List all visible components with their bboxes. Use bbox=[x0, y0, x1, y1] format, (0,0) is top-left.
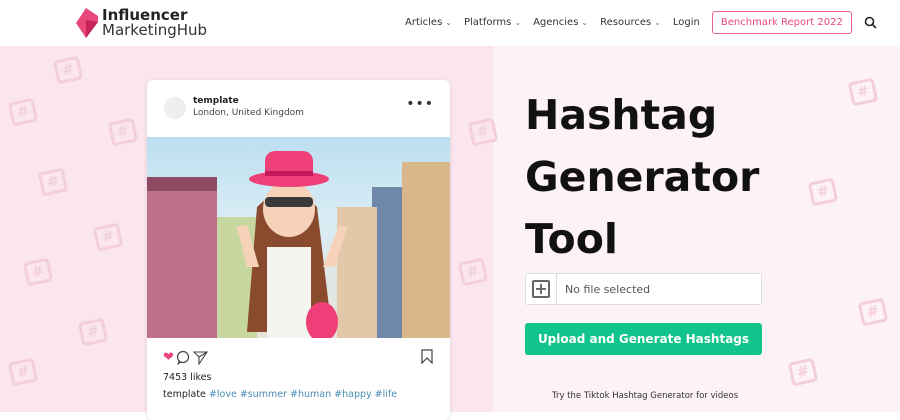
caption-username: template bbox=[163, 389, 206, 400]
share-icon[interactable] bbox=[192, 350, 208, 365]
likes-count: 7453 likes bbox=[163, 372, 212, 383]
tiktok-generator-link[interactable]: Try the Tiktok Hashtag Generator for vid… bbox=[552, 391, 738, 401]
main-nav: Articles ⌄ Platforms ⌄ Agencies ⌄ Resources… bbox=[405, 11, 877, 34]
girl-illustration-icon bbox=[147, 151, 450, 338]
caption-hashtags[interactable]: #love #summer #human #happy #life bbox=[209, 389, 397, 400]
nav-label: Agencies bbox=[533, 17, 579, 28]
chevron-down-icon: ⌄ bbox=[445, 18, 452, 27]
chevron-down-icon: ⌄ bbox=[581, 18, 589, 27]
bookmark-icon[interactable] bbox=[421, 349, 433, 364]
title-line: Tool bbox=[525, 215, 618, 263]
add-file-button[interactable]: + bbox=[526, 274, 557, 304]
search-icon[interactable] bbox=[864, 16, 877, 29]
instagram-post-card: template London, United Kingdom ••• ❤ 74… bbox=[147, 80, 450, 420]
post-location: London, United Kingdom bbox=[193, 108, 304, 118]
nav-resources[interactable]: Resources ⌄ bbox=[600, 17, 661, 28]
file-input[interactable]: + No file selected bbox=[525, 273, 762, 305]
logo[interactable]: Influencer MarketingHub bbox=[76, 8, 207, 38]
file-status: No file selected bbox=[565, 282, 651, 296]
logo-mark-icon bbox=[76, 8, 98, 38]
chevron-down-icon: ⌄ bbox=[514, 18, 522, 27]
post-username: template bbox=[193, 96, 239, 106]
post-actions: ❤ bbox=[163, 350, 208, 365]
nav-label: Resources bbox=[600, 17, 652, 28]
site-header: Influencer MarketingHub Articles ⌄ Platfor… bbox=[0, 0, 900, 46]
nav-platforms[interactable]: Platforms ⌄ bbox=[464, 17, 521, 28]
page-title: Hashtag Generator Tool bbox=[525, 84, 759, 270]
nav-label: Articles bbox=[405, 17, 443, 28]
nav-articles[interactable]: Articles ⌄ bbox=[405, 17, 452, 28]
avatar bbox=[164, 97, 186, 119]
post-image bbox=[147, 137, 450, 338]
nav-label: Platforms bbox=[464, 17, 512, 28]
upload-generate-button[interactable]: Upload and Generate Hashtags bbox=[525, 323, 762, 355]
post-caption: template #love #summer #human #happy #li… bbox=[163, 389, 397, 400]
plus-icon: + bbox=[532, 280, 550, 298]
nav-agencies[interactable]: Agencies ⌄ bbox=[533, 17, 588, 28]
benchmark-report-button[interactable]: Benchmark Report 2022 bbox=[711, 11, 852, 34]
more-options-icon[interactable]: ••• bbox=[406, 96, 434, 112]
comment-icon[interactable] bbox=[176, 350, 191, 365]
chevron-down-icon: ⌄ bbox=[654, 18, 661, 27]
nav-login[interactable]: Login bbox=[673, 17, 700, 28]
logo-line2: MarketingHub bbox=[102, 21, 208, 39]
title-line: Hashtag bbox=[525, 91, 718, 139]
title-line: Generator bbox=[525, 153, 760, 201]
heart-icon[interactable]: ❤ bbox=[163, 350, 174, 365]
